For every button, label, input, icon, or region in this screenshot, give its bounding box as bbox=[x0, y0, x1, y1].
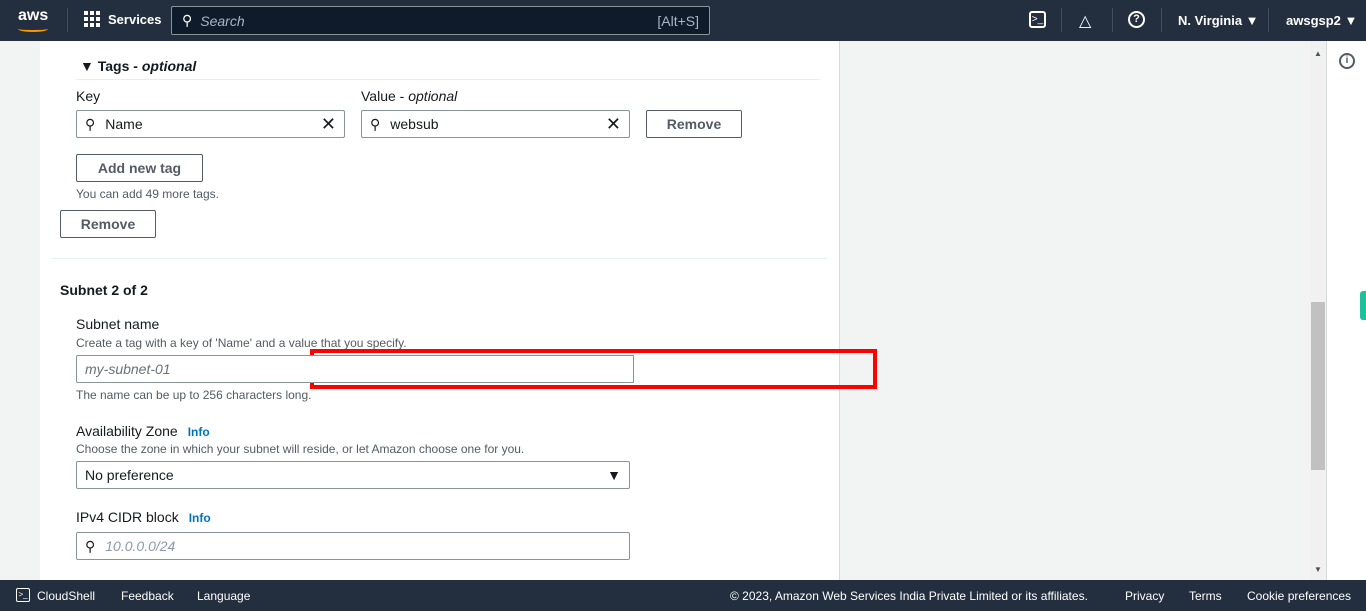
caret-down-icon: ▼ bbox=[607, 467, 621, 483]
language-link[interactable]: Language bbox=[197, 589, 250, 603]
cloudshell-icon[interactable]: >_ bbox=[16, 588, 30, 602]
cloudshell-link[interactable]: CloudShell bbox=[37, 589, 95, 603]
bell-icon[interactable]: △ bbox=[1079, 11, 1091, 31]
tag-value-input[interactable]: ⚲ websub ✕ bbox=[361, 110, 630, 138]
availability-zone-select[interactable]: No preference ▼ bbox=[76, 461, 630, 489]
remove-subnet-button[interactable]: Remove bbox=[60, 210, 156, 238]
add-new-tag-button[interactable]: Add new tag bbox=[76, 154, 203, 182]
ipv4-cidr-input[interactable]: ⚲ 10.0.0.0/24 bbox=[76, 532, 630, 560]
remove-tag-button[interactable]: Remove bbox=[646, 110, 742, 138]
top-nav: aws Services ⚲ Search [Alt+S] >_ △ ? N. … bbox=[0, 0, 1366, 41]
footer: >_ CloudShell Feedback Language © 2023, … bbox=[0, 580, 1366, 611]
search-icon: ⚲ bbox=[85, 537, 96, 554]
region-selector[interactable]: N. Virginia ▼ bbox=[1178, 13, 1259, 28]
tag-key-input[interactable]: ⚲ Name ✕ bbox=[76, 110, 345, 138]
terms-link[interactable]: Terms bbox=[1189, 589, 1222, 603]
account-menu[interactable]: awsgsp2 ▼ bbox=[1286, 13, 1357, 28]
search-icon: ⚲ bbox=[182, 12, 193, 28]
feedback-link[interactable]: Feedback bbox=[121, 589, 174, 603]
tags-section-toggle[interactable]: ▼ Tags - optional bbox=[80, 58, 196, 74]
copyright: © 2023, Amazon Web Services India Privat… bbox=[730, 589, 1088, 603]
search-icon: ⚲ bbox=[370, 115, 381, 132]
scrollbar-thumb[interactable] bbox=[1311, 302, 1325, 470]
help-icon[interactable]: ? bbox=[1128, 11, 1145, 28]
cidr-info-link[interactable]: Info bbox=[189, 511, 211, 525]
az-info-link[interactable]: Info bbox=[188, 425, 210, 439]
subnet-title: Subnet 2 of 2 bbox=[60, 282, 148, 298]
info-icon[interactable]: i bbox=[1339, 53, 1355, 69]
cookie-preferences-link[interactable]: Cookie preferences bbox=[1247, 589, 1351, 603]
search-icon: ⚲ bbox=[85, 115, 96, 132]
highlight-box bbox=[310, 349, 877, 389]
search-input[interactable]: ⚲ Search [Alt+S] bbox=[171, 6, 710, 35]
clear-icon[interactable]: ✕ bbox=[606, 114, 621, 135]
privacy-link[interactable]: Privacy bbox=[1125, 589, 1164, 603]
clear-icon[interactable]: ✕ bbox=[321, 114, 336, 135]
grid-icon bbox=[84, 11, 100, 27]
cloudshell-icon[interactable]: >_ bbox=[1029, 11, 1046, 28]
services-menu[interactable]: Services bbox=[84, 11, 162, 27]
aws-logo[interactable]: aws bbox=[18, 7, 48, 32]
